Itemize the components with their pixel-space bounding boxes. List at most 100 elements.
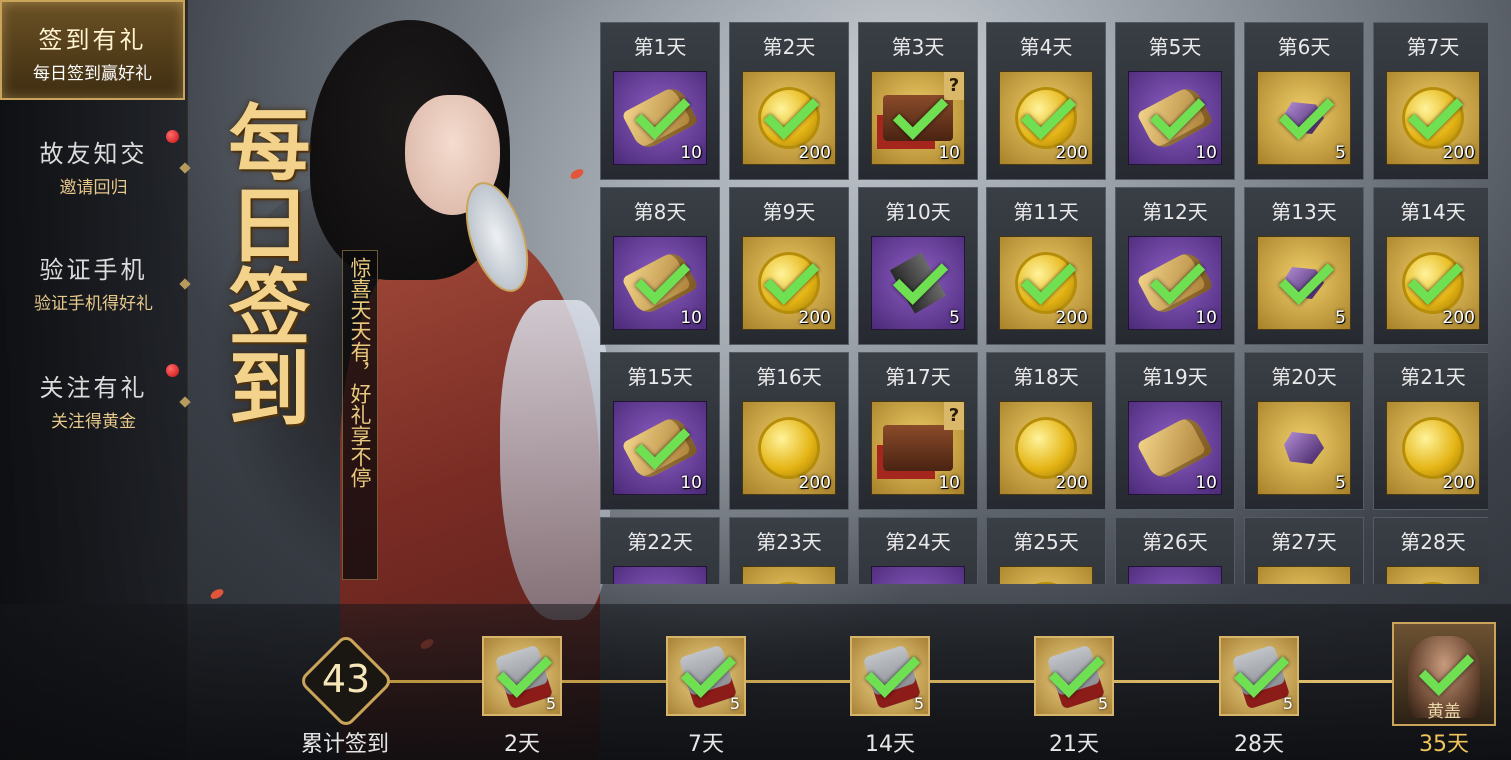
item-quantity: 200 [1055,473,1088,493]
item-quantity: 200 [1055,143,1088,163]
sidebar-item-title: 故友知交 [39,140,148,168]
day-label: 第15天 [627,365,693,389]
day-cell[interactable]: 第3天? 10 [858,22,978,180]
day-cell[interactable]: 第13天 5 [1244,187,1364,345]
reward-item: 200 [1386,71,1480,165]
milestone-reward[interactable]: 5 [1219,636,1299,716]
day-cell[interactable]: 第12天 10 [1115,187,1235,345]
day-cell[interactable]: 第15天 10 [600,352,720,510]
day-cell[interactable]: 第8天 10 [600,187,720,345]
total-days-label: 累计签到 [300,732,389,757]
day-cell[interactable]: 第6天 5 [1244,22,1364,180]
daily-reward-grid: 第1天 10 第2天 200 第3天? 10 第4天 200 第5天 10 第6天 5 第7天 200 第8… [598,18,1488,584]
day-cell[interactable]: 第23天 [729,517,849,584]
reward-item: 10 [1128,236,1222,330]
sidebar-item-invite[interactable]: 故友知交 邀请回归 [0,112,191,212]
item-quantity: 200 [1442,308,1475,328]
day-cell[interactable]: 第17天? 10 [858,352,978,510]
reward-item: 10 [613,71,707,165]
petal [208,587,226,601]
banner-tagline: 惊喜天天有，好礼享不停 [342,250,378,580]
reward-item: 10 [1128,401,1222,495]
sidebar-item-follow[interactable]: 关注有礼 关注得黄金 [0,346,191,446]
item-quantity: 5 [545,694,556,713]
milestone-label: 2天 [504,732,540,757]
day-label: 第5天 [1148,35,1202,59]
day-cell[interactable]: 第27天 [1244,517,1364,584]
reward-item: 5 [1257,401,1351,495]
reward-item: 10 [613,236,707,330]
sidebar-item-subtitle: 关注得黄金 [51,412,136,432]
day-cell[interactable]: 第19天 10 [1115,352,1235,510]
reward-item: 200 [999,71,1093,165]
day-cell[interactable]: 第22天 [600,517,720,584]
reward-item: 10 [1128,71,1222,165]
day-cell[interactable]: 第16天 200 [729,352,849,510]
check-icon [1278,249,1335,305]
milestone-reward[interactable]: 5 [850,636,930,716]
item-quantity: 5 [913,694,924,713]
day-cell[interactable]: 第24天 [858,517,978,584]
day-cell[interactable]: 第10天 5 [858,187,978,345]
day-label: 第20天 [1271,365,1337,389]
day-label: 第22天 [627,530,693,554]
day-label: 第21天 [1400,365,1466,389]
sidebar-item-title: 关注有礼 [39,374,148,402]
sleeve [500,300,610,620]
item-quantity: 5 [1097,694,1108,713]
milestone-reward[interactable]: 5 [1034,636,1114,716]
day-label: 第3天 [891,35,945,59]
day-cell[interactable]: 第7天 200 [1373,22,1488,180]
day-cell[interactable]: 第1天 10 [600,22,720,180]
day-label: 第10天 [885,200,951,224]
reward-item [1128,566,1222,584]
petal [568,167,586,181]
sidebar-item-signin[interactable]: 签到有礼 每日签到赢好礼 [0,0,185,100]
milestone-reward[interactable]: 5 [666,636,746,716]
item-quantity: 200 [1442,143,1475,163]
coin-icon [758,417,820,479]
day-cell[interactable]: 第21天 200 [1373,352,1488,510]
coin-icon [1402,582,1464,584]
reward-item [1257,566,1351,584]
notification-dot [166,130,179,143]
day-cell[interactable]: 第9天 200 [729,187,849,345]
item-quantity: 5 [729,694,740,713]
item-quantity: 10 [938,143,960,163]
milestone-label: 35天 [1419,732,1469,757]
day-cell[interactable]: 第20天 5 [1244,352,1364,510]
day-cell[interactable]: 第14天 200 [1373,187,1488,345]
day-cell[interactable]: 第18天 200 [986,352,1106,510]
milestone-reward[interactable]: 5 [482,636,562,716]
day-label: 第1天 [633,35,687,59]
sidebar-item-title: 验证手机 [39,256,148,284]
hero-name: 黄盖 [1427,702,1461,722]
milestone-label: 21天 [1049,732,1099,757]
reward-item: ? 10 [871,401,965,495]
item-quantity: 5 [1282,694,1293,713]
day-label: 第9天 [762,200,816,224]
day-cell[interactable]: 第2天 200 [729,22,849,180]
day-label: 第16天 [756,365,822,389]
day-cell[interactable]: 第11天 200 [986,187,1106,345]
check-icon [1278,84,1335,140]
item-quantity: 5 [949,308,960,328]
reward-item: 10 [613,401,707,495]
day-cell[interactable]: 第28天 [1373,517,1488,584]
reward-item: 200 [999,401,1093,495]
day-label: 第24天 [885,530,951,554]
day-cell[interactable]: 第4天 200 [986,22,1106,180]
day-cell[interactable]: 第25天 [986,517,1106,584]
sidebar-item-phone[interactable]: 验证手机 验证手机得好礼 [0,228,191,328]
day-cell[interactable]: 第26天 [1115,517,1235,584]
milestone-final-reward[interactable]: 黄盖 [1392,622,1496,726]
reward-item: ? 10 [871,71,965,165]
mystery-icon: ? [944,72,964,100]
reward-item: 200 [999,236,1093,330]
day-label: 第6天 [1277,35,1331,59]
item-quantity: 10 [680,308,702,328]
day-cell[interactable]: 第5天 10 [1115,22,1235,180]
milestone-label: 28天 [1234,732,1284,757]
item-quantity: 10 [938,473,960,493]
day-label: 第19天 [1142,365,1208,389]
